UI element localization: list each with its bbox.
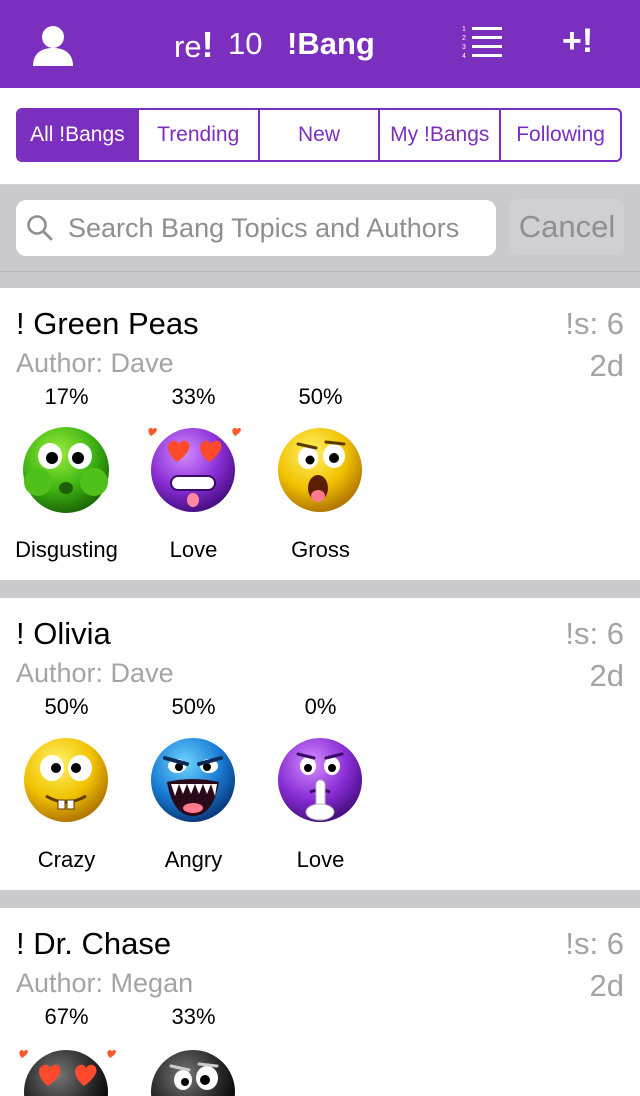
bang-title: ! Green Peas	[16, 306, 199, 341]
purple-heart-eyes-face-icon	[148, 428, 241, 512]
reaction-label: Disgusting	[15, 537, 118, 562]
reaction-percent: 50%	[171, 694, 216, 719]
reaction-item[interactable]: 33% Love	[130, 384, 257, 564]
search-icon	[27, 215, 53, 241]
bang-age: 2d	[589, 658, 624, 693]
reaction-item[interactable]: 50% Crazy	[3, 694, 130, 874]
reaction-percent: 0%	[304, 694, 337, 719]
reaction-label: Angry	[164, 847, 223, 872]
cancel-button[interactable]: Cancel	[510, 199, 624, 255]
list-digit: 3	[462, 44, 466, 51]
bang-age: 2d	[589, 348, 624, 383]
tab-my-bangs[interactable]: My !Bangs	[380, 110, 502, 160]
navigation-bar: re! 10 !Bang 1 2 3 4 +!	[0, 0, 640, 88]
reaction-item[interactable]: 50% Gross	[257, 384, 384, 564]
green-disgusted-face-icon	[23, 427, 109, 513]
reaction-label: Crazy	[37, 847, 96, 872]
bang-card[interactable]: ! Olivia Author: Dave !s: 6 2d 50% Crazy…	[0, 598, 640, 890]
list-digit: 4	[462, 53, 466, 60]
add-bang-button[interactable]: +!	[562, 22, 593, 61]
brand-prefix: re!	[174, 24, 214, 65]
reaction-item[interactable]: 67%	[3, 1004, 130, 1096]
search-input[interactable]	[68, 208, 488, 248]
search-bar: Cancel	[0, 185, 640, 272]
brand-name: !Bang	[287, 26, 375, 61]
reaction-item[interactable]: 17% Disgusting	[3, 384, 130, 564]
reaction-label: Love	[169, 537, 218, 562]
bang-author: Author: Dave	[16, 348, 174, 378]
reaction-item[interactable]: 33%	[130, 1004, 257, 1096]
black-heart-eyes-face-icon	[19, 1050, 116, 1096]
reaction-percent: 33%	[171, 1004, 216, 1029]
list-digit: 1	[462, 26, 466, 33]
section-separator	[0, 272, 640, 288]
purple-shush-face-icon	[278, 738, 362, 822]
black-worried-face-icon	[151, 1050, 235, 1096]
reaction-percent: 17%	[44, 384, 89, 409]
section-separator	[0, 890, 640, 908]
bang-author: Author: Megan	[16, 968, 194, 998]
yellow-gross-face-icon	[278, 428, 362, 512]
bang-author: Author: Dave	[16, 658, 174, 688]
tab-trending[interactable]: Trending	[139, 110, 260, 160]
list-digit: 2	[462, 35, 466, 42]
numbered-list-icon[interactable]: 1 2 3 4	[460, 22, 504, 62]
bang-age: 2d	[589, 968, 624, 1003]
bang-count: !s: 6	[565, 926, 624, 961]
bang-card[interactable]: ! Green Peas Author: Dave !s: 6 2d 17% D…	[0, 288, 640, 580]
reaction-percent: 67%	[44, 1004, 89, 1029]
tab-new[interactable]: New	[260, 110, 381, 160]
yellow-crazy-face-icon	[24, 738, 108, 822]
reaction-percent: 33%	[171, 384, 216, 409]
bang-card[interactable]: ! Dr. Chase Author: Megan !s: 6 2d 67% 3…	[0, 908, 640, 1096]
tab-following[interactable]: Following	[501, 110, 620, 160]
reaction-percent: 50%	[44, 694, 89, 719]
tab-all-bangs[interactable]: All !Bangs	[18, 110, 139, 160]
reaction-label: Love	[296, 847, 345, 872]
filter-tabs-bar: All !Bangs Trending New My !Bangs Follow…	[0, 88, 640, 185]
bang-count: !s: 6	[565, 616, 624, 651]
app-title: re! 10 !Bang	[0, 0, 640, 88]
bang-counter: 10	[228, 26, 263, 61]
reaction-item[interactable]: 0% Love	[257, 694, 384, 874]
reaction-percent: 50%	[298, 384, 343, 409]
reaction-item[interactable]: 50% Angry	[130, 694, 257, 874]
bang-title: ! Olivia	[16, 616, 111, 651]
bang-count: !s: 6	[565, 306, 624, 341]
bang-title: ! Dr. Chase	[16, 926, 172, 961]
segmented-control: All !Bangs Trending New My !Bangs Follow…	[16, 108, 622, 162]
search-field[interactable]	[16, 200, 496, 256]
section-separator	[0, 580, 640, 598]
reaction-label: Gross	[291, 537, 350, 562]
blue-angry-face-icon	[151, 738, 235, 822]
